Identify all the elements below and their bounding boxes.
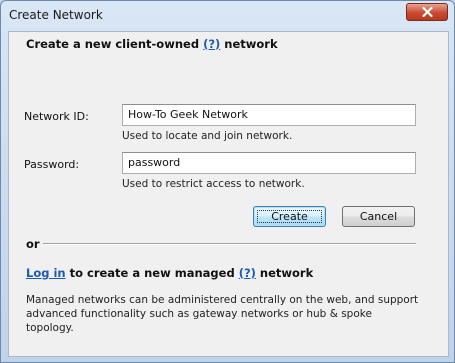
- network-id-hint: Used to locate and join network.: [122, 130, 293, 142]
- cancel-button[interactable]: Cancel: [342, 206, 415, 227]
- create-network-dialog: Create Network Create a new client-owned…: [0, 0, 455, 363]
- log-in-link[interactable]: Log in: [26, 266, 66, 280]
- password-hint: Used to restrict access to network.: [122, 178, 305, 190]
- managed-heading: Log in to create a new managed (?) netwo…: [26, 266, 313, 280]
- password-input[interactable]: password: [122, 152, 416, 174]
- password-label: Password:: [24, 158, 80, 171]
- client-owned-heading: Create a new client-owned (?) network: [26, 37, 278, 51]
- client-owned-heading-suffix: network: [224, 37, 278, 51]
- close-icon: [422, 7, 433, 17]
- client-owned-heading-prefix: Create a new client-owned: [26, 37, 200, 51]
- cancel-button-label: Cancel: [359, 210, 398, 223]
- managed-help-link[interactable]: (?): [239, 266, 256, 280]
- close-button[interactable]: [406, 3, 448, 21]
- create-button-label: Create: [271, 210, 308, 223]
- or-separator-label: or: [26, 237, 40, 251]
- network-id-label: Network ID:: [24, 110, 89, 123]
- title-bar[interactable]: Create Network: [1, 1, 454, 31]
- separator-line: [43, 243, 416, 245]
- network-id-input[interactable]: How-To Geek Network: [122, 104, 416, 126]
- managed-description: Managed networks can be administered cen…: [26, 294, 419, 334]
- managed-heading-middle: to create a new managed: [69, 266, 235, 280]
- create-button[interactable]: Create: [253, 206, 326, 227]
- window-title: Create Network: [9, 8, 103, 22]
- managed-heading-suffix: network: [259, 266, 314, 280]
- client-owned-help-link[interactable]: (?): [203, 37, 220, 51]
